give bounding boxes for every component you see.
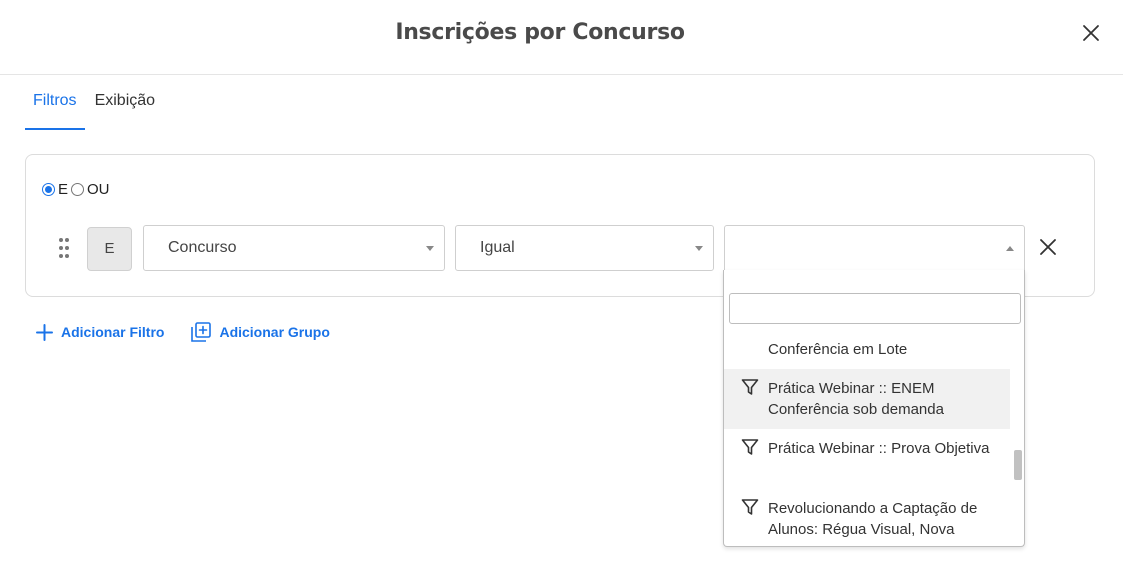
- logic-ou-label: OU: [87, 181, 110, 198]
- dropdown-option[interactable]: Prática Webinar :: ENEM Conferência sob …: [724, 369, 1010, 429]
- drag-handle-icon[interactable]: [57, 237, 71, 259]
- plus-icon: [36, 323, 53, 341]
- value-select[interactable]: [724, 225, 1025, 271]
- field-select[interactable]: Concurso: [143, 225, 445, 271]
- operator-select-value: Igual: [480, 239, 515, 256]
- logic-e-label: E: [58, 181, 69, 198]
- add-group-button[interactable]: Adicionar Grupo: [191, 322, 330, 342]
- option-label: Prática Webinar :: ENEM Conferência sob …: [768, 380, 944, 418]
- field-select-value: Concurso: [168, 239, 237, 256]
- dropdown-scrollbar[interactable]: [1014, 450, 1022, 480]
- add-filter-label: Adicionar Filtro: [61, 324, 165, 340]
- filter-row: E Concurso Igual: [26, 225, 1096, 271]
- logic-selector: E OU: [42, 181, 113, 198]
- filter-actions: Adicionar Filtro Adicionar Grupo: [36, 322, 330, 342]
- operator-select[interactable]: Igual: [455, 225, 714, 271]
- option-label: Prática Webinar :: Prova Objetiva: [768, 440, 990, 457]
- add-filter-button[interactable]: Adicionar Filtro: [36, 323, 165, 341]
- tab-filtros[interactable]: Filtros: [25, 88, 85, 130]
- logic-e-radio[interactable]: [42, 183, 55, 196]
- add-group-label: Adicionar Grupo: [219, 324, 330, 340]
- remove-filter-icon[interactable]: [1038, 237, 1058, 257]
- tab-exibicao[interactable]: Exibição: [95, 88, 155, 130]
- add-group-icon: [191, 322, 212, 342]
- filter-icon: [741, 499, 759, 515]
- filter-icon: [741, 439, 759, 455]
- modal-title: Inscrições por Concurso: [395, 20, 685, 45]
- option-label: Revolucionando a Captação de Alunos: Rég…: [768, 500, 978, 538]
- chevron-down-icon: [695, 246, 703, 251]
- logic-ou-radio[interactable]: [71, 183, 85, 196]
- chevron-up-icon: [1006, 246, 1014, 251]
- close-icon[interactable]: [1078, 20, 1104, 46]
- chevron-down-icon: [426, 246, 434, 251]
- dropdown-option[interactable]: Prática Webinar :: Prova Objetiva: [724, 429, 1010, 489]
- modal-header: Inscrições por Concurso: [0, 0, 1123, 75]
- dropdown-search-input[interactable]: [729, 293, 1021, 324]
- option-label: Conferência em Lote: [768, 341, 908, 358]
- tab-bar: Filtros Exibição: [25, 88, 173, 130]
- value-dropdown: Conferência em Lote Prática Webinar :: E…: [723, 270, 1025, 547]
- dropdown-options: Conferência em Lote Prática Webinar :: E…: [724, 328, 1010, 546]
- dropdown-option[interactable]: Conferência em Lote: [724, 328, 1010, 367]
- filter-icon: [741, 379, 759, 395]
- group-operator-badge[interactable]: E: [87, 227, 132, 271]
- dropdown-option[interactable]: Revolucionando a Captação de Alunos: Rég…: [724, 489, 1010, 546]
